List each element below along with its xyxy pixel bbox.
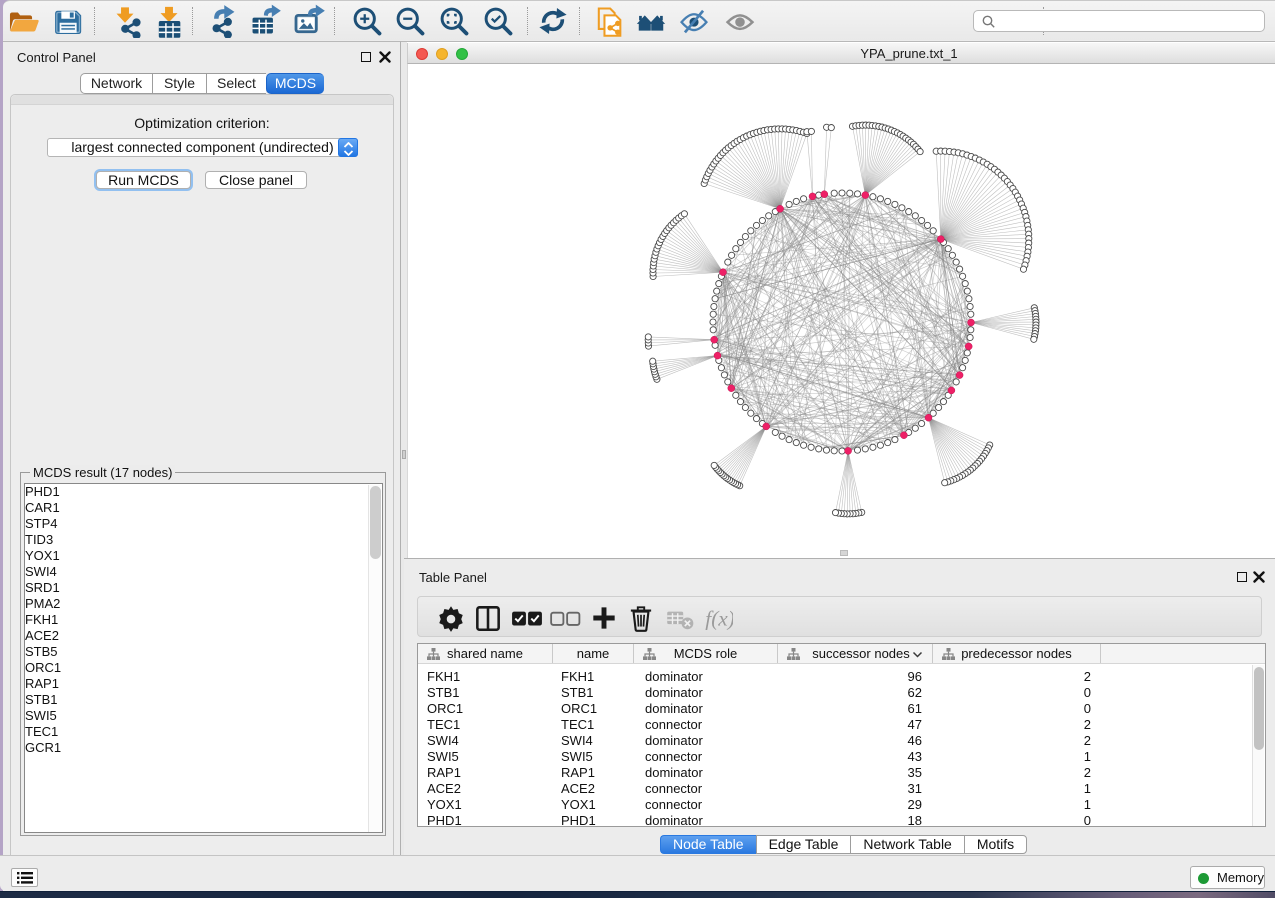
svg-text:f(x): f(x): [705, 606, 733, 630]
